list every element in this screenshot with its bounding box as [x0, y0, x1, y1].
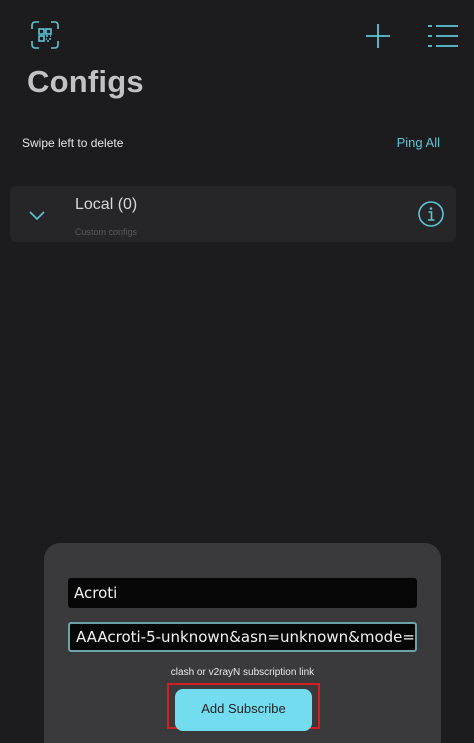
- subscription-link-helper: clash or v2rayN subscription link: [170, 667, 315, 678]
- subscription-name-input[interactable]: Acroti: [68, 578, 417, 608]
- group-subtitle: Custom configs: [75, 227, 138, 237]
- config-group-local[interactable]: Local (0) Custom configs: [10, 186, 456, 242]
- top-bar: [0, 0, 474, 60]
- info-icon[interactable]: [417, 200, 445, 228]
- page-title: Configs: [27, 64, 144, 99]
- app-root: { "header": { "title": "Configs", "icons…: [0, 0, 474, 743]
- plus-icon: [366, 24, 390, 48]
- list-icon: [428, 25, 458, 47]
- qr-code-scan-icon: [31, 21, 59, 49]
- add-subscribe-button[interactable]: Add Subscribe: [175, 689, 312, 731]
- add-subscription-sheet: Acroti AAAcroti-5-unknown&asn=unknown&mo…: [44, 543, 441, 743]
- menu-button[interactable]: [424, 18, 462, 54]
- ping-all-button[interactable]: Ping All: [397, 135, 440, 150]
- group-title: Local (0): [75, 196, 138, 213]
- subscription-link-value: AAAcroti-5-unknown&asn=unknown&mode=new: [76, 628, 417, 646]
- subscription-link-input[interactable]: AAAcroti-5-unknown&asn=unknown&mode=new: [68, 622, 417, 652]
- qr-scan-button[interactable]: [28, 18, 62, 52]
- config-toolbar: Swipe left to delete Ping All: [0, 130, 474, 156]
- chevron-down-icon[interactable]: [26, 204, 48, 226]
- swipe-hint: Swipe left to delete: [22, 136, 124, 150]
- add-config-button[interactable]: [360, 18, 396, 54]
- subscription-name-value: Acroti: [74, 584, 118, 602]
- add-subscribe-highlight: Add Subscribe: [167, 683, 320, 731]
